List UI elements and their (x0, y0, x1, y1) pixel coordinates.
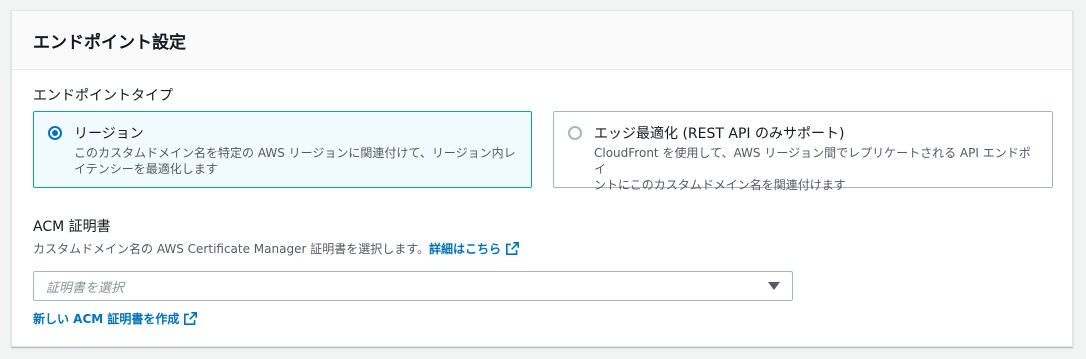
learn-more-link[interactable]: 詳細はこちら (429, 240, 520, 257)
tile-regional-description: このカスタムドメイン名を特定の AWS リージョンに関連付けて、リージョン内レ … (74, 145, 517, 177)
acm-description-text: カスタムドメイン名の AWS Certificate Manager 証明書を選… (33, 242, 430, 256)
panel-title: エンドポイント設定 (33, 32, 186, 53)
tile-regional[interactable]: リージョン このカスタムドメイン名を特定の AWS リージョンに関連付けて、リー… (33, 111, 532, 188)
certificate-select[interactable]: 証明書を選択 (33, 271, 793, 301)
tile-regional-label: リージョン (74, 126, 144, 142)
tile-regional-desc-line1: このカスタムドメイン名を特定の AWS リージョンに関連付けて、リージョン内レ (74, 146, 516, 160)
endpoint-type-label: エンドポイントタイプ (33, 88, 173, 104)
caret-down-icon (768, 282, 780, 290)
certificate-select-placeholder: 証明書を選択 (46, 280, 125, 296)
tile-edge-label: エッジ最適化 (REST API のみサポート) (594, 126, 845, 142)
radio-regional[interactable] (48, 126, 62, 140)
external-link-icon (506, 242, 520, 255)
endpoint-settings-panel: エンドポイント設定 エンドポイントタイプ リージョン このカスタムドメイン名を特… (11, 10, 1073, 347)
panel-header: エンドポイント設定 (12, 11, 1072, 70)
acm-label: ACM 証明書 (33, 219, 111, 235)
tile-regional-desc-line2: イテンシーを最適化します (74, 162, 218, 176)
tile-edge-optimized[interactable]: エッジ最適化 (REST API のみサポート) CloudFront を使用し… (553, 111, 1053, 192)
create-acm-certificate-label: 新しい ACM 証明書を作成 (33, 312, 180, 326)
external-link-icon (184, 312, 198, 325)
acm-certificate-section: ACM 証明書 カスタムドメイン名の AWS Certificate Manag… (33, 216, 1051, 327)
tile-edge-description: CloudFront を使用して、AWS リージョン間でレプリケートされる AP… (594, 145, 1038, 193)
acm-description: カスタムドメイン名の AWS Certificate Manager 証明書を選… (33, 240, 1051, 257)
radio-edge-optimized[interactable] (568, 126, 582, 140)
tile-edge-head: エッジ最適化 (REST API のみサポート) (568, 123, 1038, 143)
create-link-row: 新しい ACM 証明書を作成 (33, 308, 1051, 327)
tile-regional-head: リージョン (48, 123, 517, 143)
endpoint-type-tiles: リージョン このカスタムドメイン名を特定の AWS リージョンに関連付けて、リー… (33, 111, 1053, 192)
learn-more-label: 詳細はこちら (429, 242, 502, 256)
tile-edge-desc-line2: ントにこのカスタムドメイン名を関連付けます (594, 178, 846, 192)
create-acm-certificate-link[interactable]: 新しい ACM 証明書を作成 (33, 310, 198, 327)
panel-body: エンドポイントタイプ リージョン このカスタムドメイン名を特定の AWS リージ… (12, 70, 1072, 327)
tile-edge-desc-line1: CloudFront を使用して、AWS リージョン間でレプリケートされる AP… (594, 146, 1031, 176)
